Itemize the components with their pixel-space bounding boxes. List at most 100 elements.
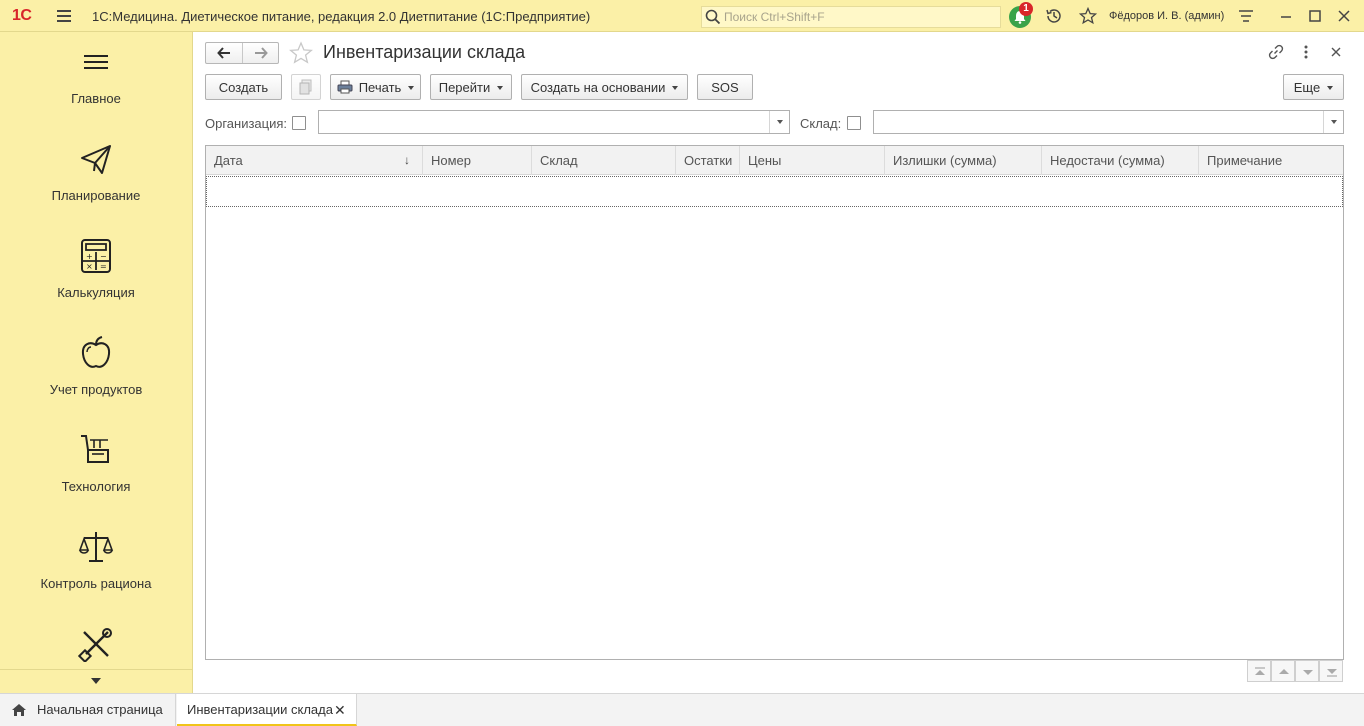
svg-text:+: +: [86, 252, 93, 261]
form-area: Инвентаризации склада Создать Печать Пер…: [193, 32, 1364, 693]
copy-document-icon: [299, 79, 312, 95]
organization-dropdown-button[interactable]: [769, 111, 789, 133]
section-diet-control[interactable]: Контроль рациона: [0, 517, 192, 614]
tab-label: Инвентаризации склада: [187, 702, 333, 717]
copy-button[interactable]: [291, 74, 321, 100]
double-up-icon: [1255, 667, 1265, 675]
more-button[interactable]: Еще: [1283, 74, 1344, 100]
search-icon: [705, 9, 721, 25]
scroll-down-button[interactable]: [1295, 660, 1319, 682]
history-navigation: [205, 42, 279, 64]
sections-scroll-down[interactable]: [0, 669, 192, 693]
page-title: Инвентаризации склада: [323, 42, 526, 62]
svg-text:=: =: [100, 262, 107, 271]
apple-icon: [81, 336, 111, 368]
inventory-list-table[interactable]: Дата ↓ Номер Склад Остатки Цены Излишки …: [205, 145, 1344, 660]
favorites-star-icon[interactable]: [1079, 7, 1097, 25]
column-header-warehouse[interactable]: Склад: [532, 146, 676, 175]
minimize-icon[interactable]: [1276, 6, 1296, 26]
close-window-icon[interactable]: [1334, 6, 1354, 26]
history-icon[interactable]: [1045, 7, 1063, 25]
section-technology[interactable]: Технология: [0, 420, 192, 517]
more-vertical-icon[interactable]: [1299, 44, 1313, 60]
settings-lines-icon[interactable]: [1236, 6, 1256, 26]
organization-filter-checkbox[interactable]: [292, 116, 306, 130]
triangle-down-icon: [91, 678, 101, 684]
goto-button[interactable]: Перейти: [430, 74, 512, 100]
tab-home-page[interactable]: Начальная страница: [0, 694, 176, 726]
svg-text:×: ×: [86, 262, 93, 271]
forward-button[interactable]: [241, 43, 278, 63]
column-header-surplus[interactable]: Излишки (сумма): [885, 146, 1042, 175]
tools-icon: [78, 628, 112, 662]
open-windows-bar: Начальная страница Инвентаризации склада…: [0, 693, 1364, 726]
warehouse-label: Склад:: [800, 116, 842, 131]
create-button[interactable]: Создать: [205, 74, 282, 100]
tab-label: Начальная страница: [37, 702, 163, 717]
search-input[interactable]: [724, 9, 994, 25]
goto-label: Перейти: [438, 79, 491, 95]
column-header-shortage[interactable]: Недостачи (сумма): [1042, 146, 1199, 175]
app-logo[interactable]: 1С: [12, 7, 32, 25]
print-button[interactable]: Печать: [330, 74, 421, 100]
scroll-to-top-button[interactable]: [1247, 660, 1271, 682]
organization-field[interactable]: [318, 110, 790, 134]
paper-plane-icon: [81, 145, 111, 174]
column-header-date[interactable]: Дата ↓: [206, 146, 423, 175]
cart-icon: [81, 435, 109, 463]
svg-text:−: −: [100, 252, 107, 261]
section-label: Калькуляция: [57, 285, 135, 300]
title-bar: 1С 1С:Медицина. Диетическое питание, ред…: [0, 0, 1364, 32]
warehouse-field[interactable]: [873, 110, 1344, 134]
sort-descending-icon: ↓: [404, 153, 410, 167]
scales-icon: [78, 532, 114, 562]
printer-icon: [337, 80, 353, 94]
tab-inventory[interactable]: Инвентаризации склада ✕: [177, 694, 357, 726]
section-label: Контроль рациона: [40, 576, 152, 591]
section-label: Технология: [61, 479, 131, 494]
notifications-badge: 1: [1019, 2, 1033, 16]
triangle-down-icon: [1303, 670, 1313, 675]
double-down-icon: [1327, 669, 1337, 677]
add-to-favorites-icon[interactable]: [289, 41, 313, 65]
section-calculation[interactable]: + − × = Калькуляция: [0, 226, 192, 323]
section-planning[interactable]: Планирование: [0, 129, 192, 226]
column-header-number[interactable]: Номер: [423, 146, 532, 175]
maximize-icon[interactable]: [1305, 6, 1325, 26]
link-icon[interactable]: [1268, 44, 1284, 60]
table-row-empty-selected[interactable]: [206, 176, 1343, 207]
column-header-balances[interactable]: Остатки: [676, 146, 740, 175]
arrow-right-icon: [254, 47, 268, 59]
triangle-up-icon: [1279, 669, 1289, 674]
section-label: Планирование: [51, 188, 141, 203]
arrow-left-icon: [217, 47, 230, 59]
menu-lines-icon: [84, 55, 108, 69]
app-title: 1С:Медицина. Диетическое питание, редакц…: [92, 9, 591, 24]
create-based-on-label: Создать на основании: [530, 79, 666, 95]
close-tab-icon[interactable]: ✕: [334, 694, 346, 726]
column-header-prices[interactable]: Цены: [740, 146, 885, 175]
sos-button[interactable]: SOS: [697, 74, 753, 100]
section-label: Учет продуктов: [49, 382, 143, 397]
section-label: Главное: [71, 91, 121, 106]
scroll-to-bottom-button[interactable]: [1319, 660, 1343, 682]
section-tools[interactable]: [0, 614, 192, 669]
back-button[interactable]: [206, 43, 242, 63]
section-products[interactable]: Учет продуктов: [0, 323, 192, 420]
warehouse-dropdown-button[interactable]: [1323, 111, 1343, 133]
global-search[interactable]: [701, 6, 1001, 28]
sections-panel: Главное Планирование + − × = Калькуляция Уч…: [0, 32, 193, 693]
current-user[interactable]: Фёдоров И. В. (админ): [1109, 10, 1224, 22]
organization-label: Организация:: [205, 116, 288, 131]
warehouse-filter-checkbox[interactable]: [847, 116, 861, 130]
print-label: Печать: [358, 79, 402, 95]
more-label: Еще: [1293, 79, 1321, 95]
main-menu-icon[interactable]: [57, 10, 71, 22]
scroll-up-button[interactable]: [1271, 660, 1295, 682]
section-main[interactable]: Главное: [0, 32, 192, 129]
create-based-on-button[interactable]: Создать на основании: [521, 74, 688, 100]
close-form-icon[interactable]: [1329, 44, 1343, 60]
home-icon: [12, 704, 26, 716]
column-header-note[interactable]: Примечание: [1199, 146, 1343, 175]
table-header: Дата ↓ Номер Склад Остатки Цены Излишки …: [206, 146, 1343, 175]
